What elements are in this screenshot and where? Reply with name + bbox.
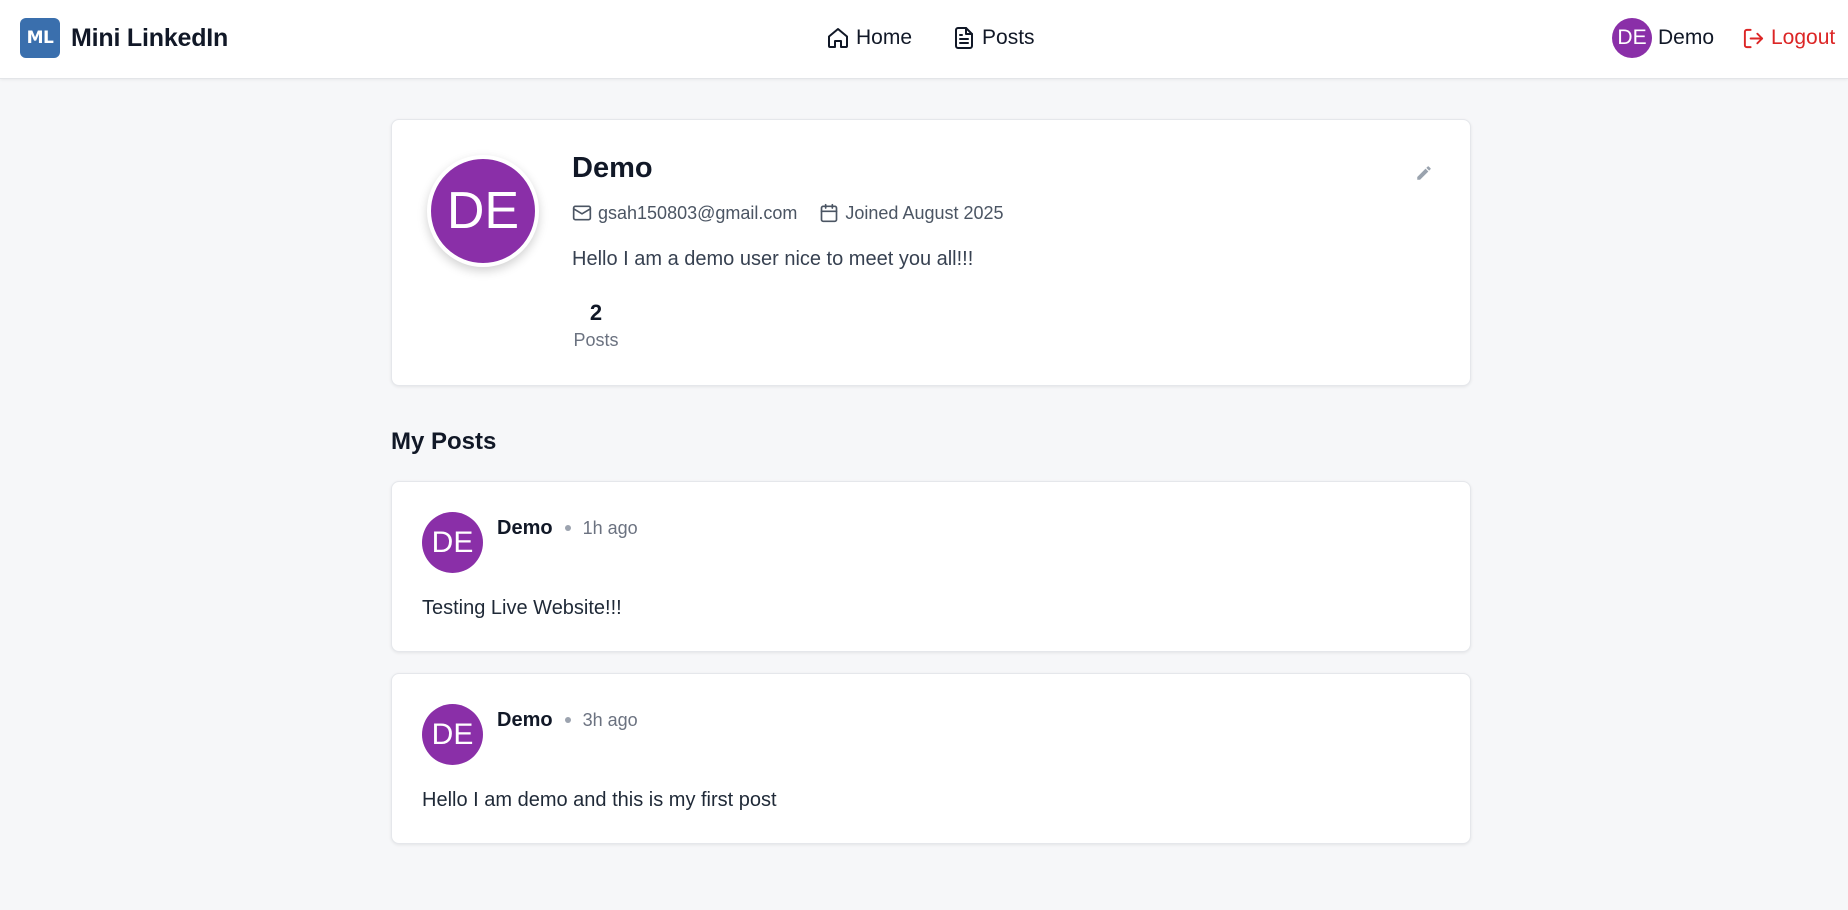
post-author-name: Demo — [497, 516, 553, 539]
profile-name: Demo — [572, 152, 653, 184]
post-content: Hello I am demo and this is my first pos… — [422, 789, 777, 811]
nav-avatar: DE — [1612, 18, 1652, 58]
logout-button[interactable]: Logout — [1742, 22, 1835, 54]
top-navbar: ML Mini LinkedIn Home Posts DE Demo Logo… — [0, 0, 1848, 79]
profile-bio: Hello I am a demo user nice to meet you … — [572, 248, 974, 270]
separator-dot — [564, 525, 571, 531]
posts-count-label: Posts — [573, 330, 619, 350]
profile-joined-text: Joined August 2025 — [845, 202, 1004, 223]
nav-posts-label: Posts — [982, 26, 1035, 49]
profile-email-text: gsah150803@gmail.com — [598, 202, 798, 223]
posts-count-value: 2 — [589, 300, 603, 325]
post-author-name: Demo — [497, 708, 553, 731]
post-timestamp: 3h ago — [582, 709, 638, 730]
nav-home-label: Home — [856, 26, 913, 49]
profile-card: DE Demo gsah150803@gmail.com Joined Augu… — [391, 119, 1471, 386]
posts-count-stat: 2 Posts — [572, 299, 620, 353]
nav-posts-link[interactable]: Posts — [952, 26, 1035, 50]
home-icon — [828, 28, 848, 48]
nav-user-name: Demo — [1658, 26, 1715, 49]
my-posts-heading: My Posts — [391, 428, 497, 455]
post-card: DE Demo 1h ago Testing Live Website!!! — [391, 481, 1471, 652]
logout-label: Logout — [1771, 26, 1836, 49]
profile-meta: gsah150803@gmail.com Joined August 2025 — [572, 201, 1004, 225]
profile-joined: Joined August 2025 — [819, 202, 1004, 224]
separator-dot — [564, 717, 571, 723]
post-author-avatar: DE — [422, 512, 483, 573]
profile-avatar: DE — [427, 155, 539, 267]
post-card: DE Demo 3h ago Hello I am demo and this … — [391, 673, 1471, 844]
post-header: Demo 3h ago — [497, 706, 638, 734]
brand-home-link[interactable]: ML Mini LinkedIn — [20, 18, 228, 58]
logout-icon — [1743, 28, 1764, 48]
brand-name: Mini LinkedIn — [71, 23, 229, 52]
nav-home-link[interactable]: Home — [826, 26, 912, 50]
post-header: Demo 1h ago — [497, 514, 638, 542]
post-content: Testing Live Website!!! — [422, 597, 622, 619]
document-icon — [955, 27, 974, 49]
brand-logo: ML — [20, 18, 60, 58]
nav-user-profile-link[interactable]: DE Demo — [1612, 18, 1714, 58]
profile-email: gsah150803@gmail.com — [572, 203, 797, 224]
pencil-icon — [1417, 166, 1431, 180]
post-author-avatar: DE — [422, 704, 483, 765]
edit-profile-button[interactable] — [1410, 159, 1438, 187]
mail-icon — [572, 205, 592, 221]
main-nav: Home Posts — [826, 22, 1035, 54]
calendar-icon — [821, 203, 838, 223]
post-timestamp: 1h ago — [582, 517, 638, 538]
